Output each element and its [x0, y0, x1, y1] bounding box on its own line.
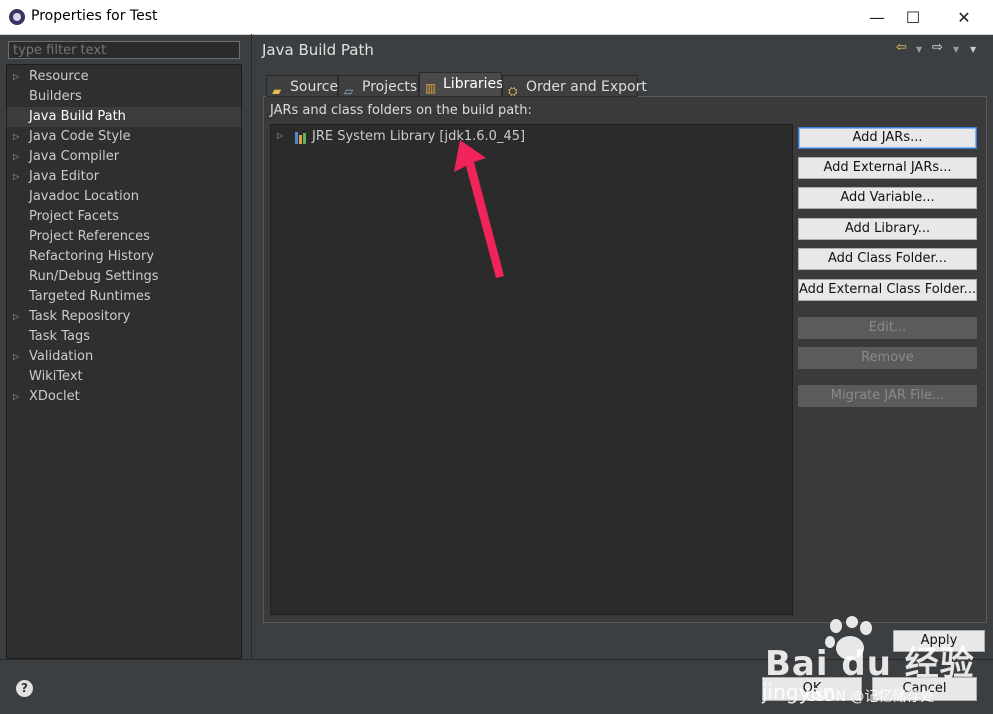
filter-input[interactable] — [8, 41, 240, 59]
sidebar-item-java-build-path[interactable]: Java Build Path — [7, 107, 241, 127]
tab-libraries[interactable]: ▥ Libraries — [419, 72, 504, 97]
expand-triangle-icon[interactable]: ▷ — [13, 307, 19, 327]
sidebar-item-targeted-runtimes[interactable]: Targeted Runtimes — [7, 287, 241, 307]
sidebar-item-label: Java Code Style — [29, 129, 131, 144]
sidebar-item-label: Validation — [29, 349, 94, 364]
sidebar-item-run-debug-settings[interactable]: Run/Debug Settings — [7, 267, 241, 287]
property-page-tree: ▷ Resource Builders Java Build Path ▷ Ja… — [6, 64, 242, 659]
sidebar-item-label: Task Repository — [29, 309, 131, 324]
sidebar-item-validation[interactable]: ▷ Validation — [7, 347, 241, 367]
libraries-icon: ▥ — [425, 81, 437, 95]
tab-label: Order and Export — [526, 79, 647, 95]
sidebar-item-xdoclet[interactable]: ▷ XDoclet — [7, 387, 241, 407]
sidebar-item-label: Task Tags — [29, 329, 90, 344]
sidebar-item-java-code-style[interactable]: ▷ Java Code Style — [7, 127, 241, 147]
back-arrow-icon[interactable]: ⇦ — [896, 40, 907, 55]
source-folder-icon: ▰ — [272, 84, 282, 98]
expand-triangle-icon[interactable]: ▷ — [13, 127, 19, 147]
tab-projects[interactable]: ▱ Projects — [338, 75, 419, 98]
tab-label: Libraries — [443, 76, 504, 92]
sidebar-item-label: Refactoring History — [29, 249, 155, 264]
add-library-button[interactable]: Add Library... — [798, 218, 977, 240]
sidebar-item-label: Run/Debug Settings — [29, 269, 159, 284]
projects-icon: ▱ — [344, 84, 354, 98]
sidebar-item-task-repository[interactable]: ▷ Task Repository — [7, 307, 241, 327]
sidebar-item-java-editor[interactable]: ▷ Java Editor — [7, 167, 241, 187]
sidebar-item-refactoring-history[interactable]: Refactoring History — [7, 247, 241, 267]
add-variable-button[interactable]: Add Variable... — [798, 187, 977, 209]
expand-triangle-icon[interactable]: ▷ — [13, 67, 19, 87]
tab-order-and-export[interactable]: ⛭ Order and Export — [502, 75, 647, 98]
order-export-icon: ⛭ — [508, 84, 518, 98]
expand-triangle-icon[interactable]: ▷ — [13, 147, 19, 167]
sidebar-item-task-tags[interactable]: Task Tags — [7, 327, 241, 347]
maximize-icon[interactable]: ☐ — [890, 0, 936, 34]
expand-triangle-icon[interactable]: ▷ — [13, 167, 19, 187]
baidu-watermark: Bai du 经验 — [765, 644, 975, 684]
tab-source[interactable]: ▰ Source — [266, 75, 339, 98]
add-jars-button[interactable]: Add JARs... — [798, 127, 977, 149]
add-external-jars-button[interactable]: Add External JARs... — [798, 157, 977, 179]
sidebar-item-wikitext[interactable]: WikiText — [7, 367, 241, 387]
back-dropdown-icon[interactable]: ▼ — [916, 45, 922, 54]
sidebar-item-label: WikiText — [29, 369, 83, 384]
sidebar-item-label: Javadoc Location — [29, 189, 139, 204]
expand-triangle-icon[interactable]: ▷ — [13, 387, 19, 407]
edit-button[interactable]: Edit... — [798, 317, 977, 339]
build-path-label: JARs and class folders on the build path… — [270, 103, 532, 118]
sidebar-item-builders[interactable]: Builders — [7, 87, 241, 107]
sidebar-item-label: Java Compiler — [29, 149, 120, 164]
help-icon[interactable]: ? — [16, 680, 33, 697]
sidebar-item-javadoc-location[interactable]: Javadoc Location — [7, 187, 241, 207]
library-icon — [295, 132, 309, 144]
expand-triangle-icon[interactable]: ▷ — [277, 131, 283, 140]
add-class-folder-button[interactable]: Add Class Folder... — [798, 248, 977, 270]
forward-arrow-icon[interactable]: ⇨ — [932, 40, 943, 55]
expand-triangle-icon[interactable]: ▷ — [13, 347, 19, 367]
arrow-shape — [454, 140, 504, 278]
page-title: Java Build Path — [262, 41, 374, 59]
annotation-arrow — [454, 140, 504, 278]
csdn-watermark: CSDN @记忆储存处 — [806, 689, 935, 705]
window-title: Properties for Test — [31, 8, 158, 24]
title-bar: Properties for Test — ☐ ✕ — [0, 0, 993, 35]
migrate-jar-file-button[interactable]: Migrate JAR File... — [798, 385, 977, 407]
tab-label: Source — [290, 79, 339, 95]
libraries-tree[interactable]: ▷ JRE System Library [jdk1.6.0_45] — [270, 124, 793, 615]
sidebar-item-label: Java Build Path — [29, 109, 126, 124]
close-icon[interactable]: ✕ — [941, 0, 987, 34]
view-menu-icon[interactable]: ▼ — [970, 45, 976, 54]
sidebar-item-label: Java Editor — [29, 169, 100, 184]
sidebar-item-resource[interactable]: ▷ Resource — [7, 67, 241, 87]
sidebar-item-label: Builders — [29, 89, 82, 104]
sidebar-item-project-references[interactable]: Project References — [7, 227, 241, 247]
sidebar-item-label: Project References — [29, 229, 150, 244]
eclipse-app-icon — [9, 9, 25, 25]
add-external-class-folder-button[interactable]: Add External Class Folder... — [798, 279, 977, 301]
forward-dropdown-icon[interactable]: ▼ — [953, 45, 959, 54]
sidebar-item-project-facets[interactable]: Project Facets — [7, 207, 241, 227]
remove-button[interactable]: Remove — [798, 347, 977, 369]
sidebar-item-label: Resource — [29, 69, 89, 84]
sash-divider[interactable] — [251, 34, 252, 658]
sidebar-item-label: Targeted Runtimes — [29, 289, 151, 304]
sidebar-item-label: XDoclet — [29, 389, 80, 404]
sidebar-item-label: Project Facets — [29, 209, 119, 224]
tab-label: Projects — [362, 79, 418, 95]
sidebar-item-java-compiler[interactable]: ▷ Java Compiler — [7, 147, 241, 167]
